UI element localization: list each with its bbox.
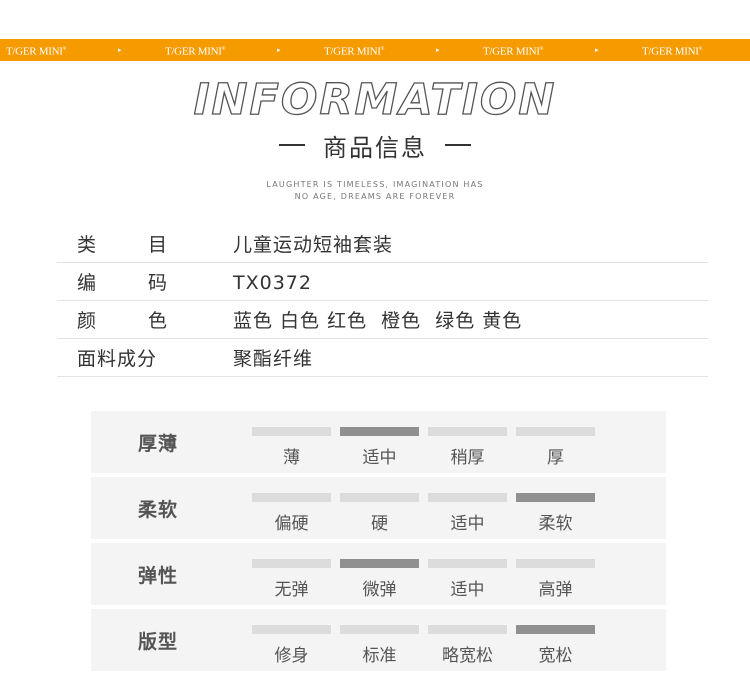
attribute-name: 厚薄	[138, 433, 179, 455]
brand-banner: T/GER MINI® ▸ T/GER MINI® ▸ T/GER MINI® …	[0, 39, 750, 61]
spec-value: 聚酯纤维	[233, 348, 314, 370]
scale-option: 适中	[450, 514, 485, 534]
scale-option: 宽松	[538, 646, 573, 666]
scale-bar-selected	[516, 493, 595, 502]
scale-bar	[428, 559, 507, 568]
scale-option: 薄	[283, 448, 300, 468]
scale-bar	[428, 625, 507, 634]
scale-bar	[428, 427, 507, 436]
attribute-name: 弹性	[138, 565, 179, 587]
scale-option: 柔软	[538, 514, 573, 534]
brand-logo-text: T/GER MINI®	[6, 45, 67, 58]
tagline-line-1: LAUGHTER IS TIMELESS, IMAGINATION HAS	[266, 180, 484, 189]
brand-logo-text: T/GER MINI®	[165, 45, 226, 58]
scale-option: 略宽松	[442, 646, 493, 666]
attribute-thickness: 厚薄 薄 适中 稍厚 厚	[91, 411, 666, 473]
scale-bar	[252, 625, 331, 634]
scale-option: 硬	[371, 514, 388, 534]
tagline-line-2: NO AGE, DREAMS ARE FOREVER	[294, 192, 456, 201]
scale-bar	[252, 493, 331, 502]
scale-option: 适中	[362, 448, 397, 468]
scale-option: 标准	[362, 646, 397, 666]
spec-label: 类目	[77, 234, 167, 256]
scale-bar	[516, 559, 595, 568]
spec-row-category: 类目 儿童运动短袖套装	[57, 225, 708, 263]
section-subtitle: 商品信息	[0, 128, 750, 162]
scale-bar-selected	[516, 625, 595, 634]
arrow-right-icon: ▸	[118, 46, 122, 54]
scale-option: 修身	[274, 646, 309, 666]
scale-bar	[252, 427, 331, 436]
attribute-name: 柔软	[138, 499, 179, 521]
scale-option: 微弹	[362, 580, 397, 600]
subtitle-dash-left	[279, 144, 305, 146]
spec-value: 蓝色 白色 红色 橙色 绿色 黄色	[233, 310, 523, 332]
scale-bar	[252, 559, 331, 568]
scale-option: 适中	[450, 580, 485, 600]
scale-bar	[340, 493, 419, 502]
spec-label: 颜色	[77, 310, 167, 332]
spec-row-color: 颜色 蓝色 白色 红色 橙色 绿色 黄色	[57, 301, 708, 339]
spec-row-fabric: 面料成分 聚酯纤维	[57, 339, 708, 377]
spec-value: 儿童运动短袖套装	[233, 234, 394, 256]
scale-option: 偏硬	[274, 514, 309, 534]
scale-bar	[516, 427, 595, 436]
spec-label: 编码	[77, 272, 167, 294]
attribute-fit: 版型 修身 标准 略宽松 宽松	[91, 609, 666, 671]
scale-option: 稍厚	[450, 448, 485, 468]
scale-bar	[340, 625, 419, 634]
attribute-name: 版型	[138, 631, 179, 653]
brand-logo-text: T/GER MINI®	[483, 45, 544, 58]
spec-row-code: 编码 TX0372	[57, 263, 708, 301]
brand-logo-text: T/GER MINI®	[642, 45, 703, 58]
subtitle-text: 商品信息	[323, 133, 427, 162]
arrow-right-icon: ▸	[277, 46, 281, 54]
spec-label: 面料成分	[77, 348, 158, 370]
scale-option: 高弹	[538, 580, 573, 600]
spec-value: TX0372	[233, 272, 312, 294]
attribute-elasticity: 弹性 无弹 微弹 适中 高弹	[91, 543, 666, 605]
scale-option: 厚	[547, 448, 564, 468]
arrow-right-icon: ▸	[436, 46, 440, 54]
scale-bar-selected	[340, 427, 419, 436]
arrow-right-icon: ▸	[595, 46, 599, 54]
subtitle-dash-right	[445, 144, 471, 146]
brand-logo-text: T/GER MINI®	[324, 45, 385, 58]
page-title: INFORMATION	[193, 74, 557, 125]
attribute-softness: 柔软 偏硬 硬 适中 柔软	[91, 477, 666, 539]
scale-bar-selected	[340, 559, 419, 568]
spec-table: 类目 儿童运动短袖套装 编码 TX0372 颜色 蓝色 白色 红色 橙色 绿色 …	[57, 225, 708, 377]
scale-bar	[428, 493, 507, 502]
scale-option: 无弹	[274, 580, 309, 600]
